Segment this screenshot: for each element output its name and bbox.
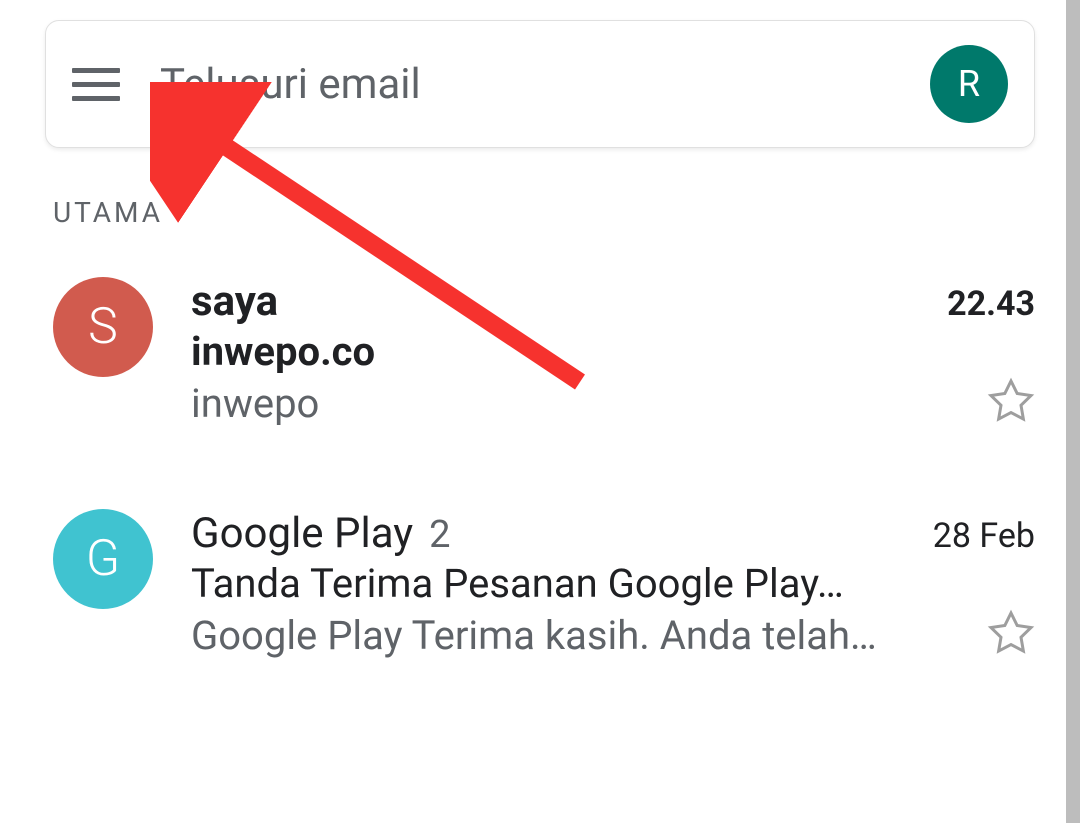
email-sender: Google Play — [191, 509, 413, 558]
sender-avatar[interactable]: S — [53, 277, 153, 377]
right-edge-divider — [1066, 0, 1080, 823]
thread-count: 2 — [429, 513, 450, 557]
email-item[interactable]: G Google Play 2 28 Feb Tanda Terima Pesa… — [53, 509, 1035, 661]
search-bar[interactable]: Telusuri email R — [45, 20, 1035, 148]
email-item[interactable]: S saya 22.43 inwepo.co inwepo — [53, 277, 1035, 429]
email-subject: Tanda Terima Pesanan Google Play… — [191, 560, 1035, 607]
star-icon[interactable] — [987, 609, 1035, 661]
email-snippet: inwepo — [191, 380, 967, 427]
search-input[interactable]: Telusuri email — [160, 60, 930, 109]
email-sender: saya — [191, 277, 278, 326]
email-snippet: Google Play Terima kasih. Anda telah… — [191, 612, 967, 659]
email-subject: inwepo.co — [191, 328, 1035, 375]
hamburger-menu-icon[interactable] — [72, 68, 120, 101]
star-icon[interactable] — [987, 377, 1035, 429]
email-list: S saya 22.43 inwepo.co inwepo G — [45, 277, 1035, 661]
sender-avatar[interactable]: G — [53, 509, 153, 609]
email-time: 28 Feb — [933, 516, 1035, 556]
inbox-section-label: UTAMA — [53, 196, 1035, 229]
account-avatar[interactable]: R — [930, 45, 1008, 123]
email-time: 22.43 — [947, 284, 1035, 324]
